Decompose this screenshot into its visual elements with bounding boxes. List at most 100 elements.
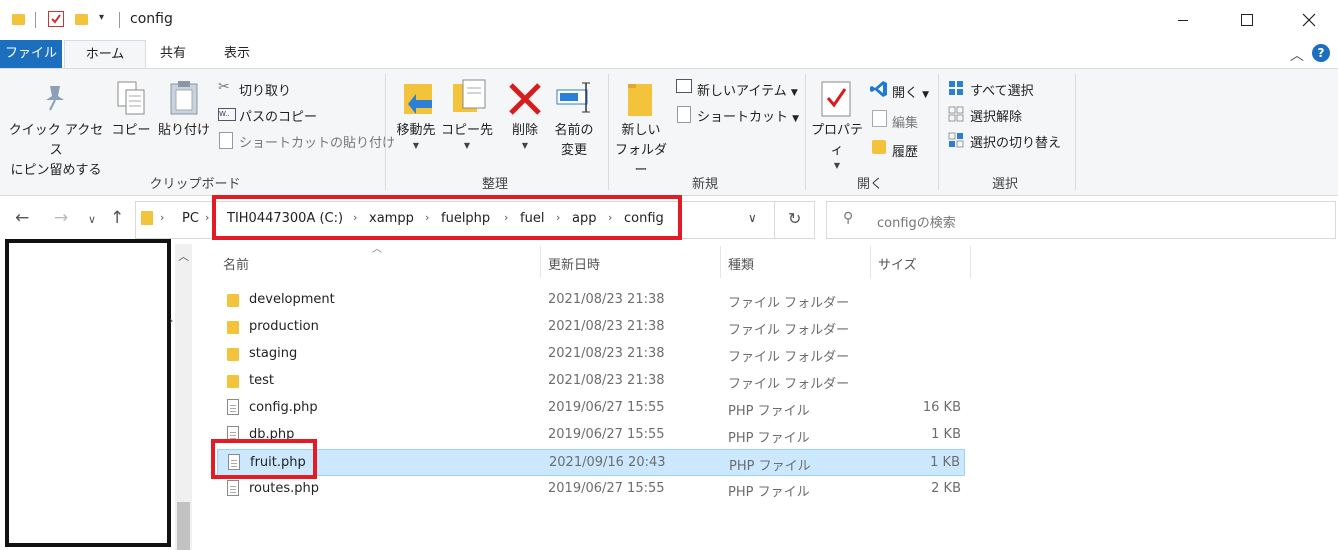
collapse-ribbon-icon[interactable]: ︿ (1290, 45, 1304, 65)
quick-access-dropdown-icon[interactable]: ▾ (99, 12, 104, 23)
file-type: PHP ファイル (728, 404, 810, 419)
rename-button[interactable]: 名前の 変更 (548, 121, 600, 161)
chevron-right-icon[interactable]: › (169, 314, 173, 327)
folder-icon (12, 14, 25, 25)
pin-label-line2: にピン留めする (10, 163, 102, 178)
vscode-icon (869, 79, 889, 103)
file-row[interactable]: development 2021/08/23 21:38 ファイル フォルダー (217, 287, 965, 314)
select-none-button[interactable]: 選択解除 (970, 106, 1022, 125)
file-date: 2021/09/16 20:43 (549, 455, 666, 470)
divider (720, 246, 721, 278)
select-group-label: 選択 (991, 177, 1018, 192)
maximize-icon (1241, 14, 1253, 26)
nav-scrollbar-thumb[interactable] (177, 502, 190, 550)
file-name: development (249, 292, 335, 307)
copy-path-button[interactable]: パスのコピー (239, 106, 317, 125)
divider (1075, 74, 1076, 190)
copy-path-icon: W.. (218, 108, 236, 121)
scroll-up-icon[interactable]: ︿ (178, 248, 189, 264)
file-name: config.php (249, 400, 318, 415)
file-row[interactable]: routes.php 2019/06/27 15:55 PHP ファイル 2 KB (217, 476, 965, 503)
file-row[interactable]: test 2021/08/23 21:38 ファイル フォルダー (217, 368, 965, 395)
close-button[interactable] (1286, 0, 1332, 40)
highlight-box-address (212, 195, 682, 240)
up-arrow-icon[interactable]: ↑ (110, 208, 124, 228)
paste-button[interactable]: 貼り付け (156, 121, 212, 141)
tab-file[interactable]: ファイル (0, 40, 62, 68)
pin-label-line1: クイック アクセス (8, 123, 104, 158)
tab-share[interactable]: 共有 (150, 40, 196, 68)
tab-view[interactable]: 表示 (212, 40, 262, 68)
refresh-button[interactable]: ↻ (774, 201, 817, 239)
new-folder-quick-icon[interactable] (75, 14, 88, 25)
file-size: 1 KB (931, 427, 961, 442)
invert-selection-button[interactable]: 選択の切り替え (970, 132, 1061, 151)
rename-icon (556, 80, 596, 120)
forward-arrow-icon[interactable]: → (54, 208, 68, 228)
edit-icon (872, 110, 887, 127)
file-type: PHP ファイル (729, 459, 811, 474)
column-header-size[interactable]: サイズ (878, 254, 917, 273)
tab-home[interactable]: ホーム (64, 40, 146, 69)
cut-button[interactable]: 切り取り (239, 80, 291, 99)
move-to-label: 移動先 (396, 123, 436, 138)
properties-quick-icon[interactable] (48, 11, 64, 27)
move-to-icon (402, 78, 436, 122)
properties-button[interactable]: プロパティ ▼ (806, 121, 868, 171)
properties-label: プロパティ (810, 123, 863, 158)
easy-access-button[interactable]: ショートカット ▼ (697, 106, 799, 125)
paste-shortcut-button[interactable]: ショートカットの貼り付け (239, 132, 395, 151)
new-group-label: 新規 (691, 177, 718, 192)
file-type: ファイル フォルダー (728, 296, 850, 311)
column-header-type[interactable]: 種類 (728, 254, 754, 273)
column-header-name[interactable]: 名前 (223, 254, 249, 273)
edit-button[interactable]: 編集 (892, 112, 918, 131)
file-name: test (249, 373, 274, 388)
pin-to-quick-access-button[interactable]: クイック アクセス にピン留めする (4, 121, 108, 181)
file-icon (227, 480, 239, 496)
breadcrumb-pc[interactable]: PC (182, 211, 199, 226)
history-button[interactable]: 履歴 (892, 141, 918, 160)
properties-icon (820, 80, 852, 122)
file-date: 2019/06/27 15:55 (548, 400, 665, 415)
history-icon (872, 140, 886, 154)
select-all-button[interactable]: すべて選択 (970, 80, 1034, 99)
new-item-button[interactable]: 新しいアイテム ▼ (697, 80, 798, 99)
divider (970, 246, 971, 278)
close-icon (1302, 13, 1316, 27)
file-row[interactable]: staging 2021/08/23 21:38 ファイル フォルダー (217, 341, 965, 368)
address-dropdown-icon[interactable]: ∨ (748, 211, 757, 225)
divider (119, 12, 120, 28)
copy-to-button[interactable]: コピー先 ▼ (441, 121, 493, 151)
delete-icon (508, 82, 542, 120)
highlight-box-fruit (211, 439, 317, 479)
minimize-button[interactable] (1160, 0, 1206, 40)
file-row[interactable]: db.php 2019/06/27 15:55 PHP ファイル 1 KB (217, 422, 965, 449)
folder-icon (141, 211, 153, 225)
back-arrow-icon[interactable]: ← (15, 208, 29, 228)
file-size: 16 KB (922, 400, 961, 415)
column-header-date[interactable]: 更新日時 (548, 254, 600, 273)
divider (35, 12, 36, 28)
shortcut-label: ショートカット (697, 110, 789, 125)
file-row[interactable]: fruit.php 2021/09/16 20:43 PHP ファイル 1 KB (217, 449, 965, 476)
search-input[interactable]: ⚲ configの検索 (826, 201, 1336, 239)
maximize-button[interactable] (1224, 0, 1270, 40)
copy-button[interactable]: コピー (111, 121, 151, 141)
file-date: 2021/08/23 21:38 (548, 319, 665, 334)
move-to-button[interactable]: 移動先 ▼ (390, 121, 442, 151)
new-folder-label-line2: フォルダー (614, 143, 667, 178)
open-group-label: 開く (856, 177, 883, 192)
search-icon: ⚲ (843, 210, 854, 226)
new-folder-button[interactable]: 新しい フォルダー (610, 121, 672, 181)
open-button[interactable]: 開く ▼ (892, 82, 929, 101)
file-date: 2021/08/23 21:38 (548, 373, 665, 388)
folder-icon (227, 375, 239, 388)
recent-locations-icon[interactable]: ∨ (88, 213, 96, 226)
file-row[interactable]: production 2021/08/23 21:38 ファイル フォルダー (217, 314, 965, 341)
file-row[interactable]: config.php 2019/06/27 15:55 PHP ファイル 16 KB (217, 395, 965, 422)
help-icon[interactable]: ? (1312, 44, 1330, 62)
delete-button[interactable]: 削除 ▼ (500, 121, 550, 151)
refresh-icon: ↻ (788, 209, 802, 228)
new-folder-label-line1: 新しい (621, 123, 661, 138)
